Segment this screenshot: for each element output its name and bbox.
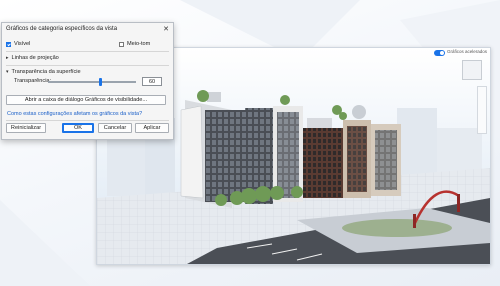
navigation-bar[interactable]: [477, 86, 487, 134]
transparency-row: Transparência:: [14, 78, 51, 84]
cancel-button[interactable]: Cancelar: [98, 123, 132, 133]
view-graphics-dialog: Gráficos de categoria específicos da vis…: [1, 22, 174, 140]
transparency-value-field[interactable]: 60: [142, 77, 162, 86]
visible-checkbox-row[interactable]: Visível: [6, 41, 30, 47]
apply-label: Aplicar: [143, 125, 161, 131]
divider: [6, 120, 169, 121]
accelerated-graphics-label: Gráficos acelerados: [447, 49, 488, 54]
help-link[interactable]: Como estas configurações afetam os gráfi…: [7, 111, 142, 117]
halftone-checkbox-row[interactable]: Meio-tom: [119, 41, 150, 47]
accelerated-graphics-toggle[interactable]: [434, 50, 445, 56]
transparency-label: Transparência:: [14, 78, 52, 84]
dialog-title: Gráficos de categoria específicos da vis…: [6, 26, 118, 32]
surface-transparency-label: Transparência da superfície: [11, 69, 81, 75]
viewcube[interactable]: [462, 60, 482, 80]
open-visibility-graphics-label: Abrir a caixa de diálogo Gráficos de vis…: [24, 97, 148, 103]
transparency-value: 60: [148, 78, 156, 85]
cancel-label: Cancelar: [103, 125, 127, 131]
surface-transparency-section[interactable]: ▾ Transparência da superfície: [6, 69, 81, 75]
transparency-slider[interactable]: [48, 78, 136, 86]
chevron-down-icon[interactable]: ▾: [6, 69, 9, 75]
reset-label: Reinicializar: [10, 125, 42, 131]
ok-button[interactable]: OK: [62, 123, 94, 133]
close-icon[interactable]: ✕: [163, 25, 169, 33]
visible-checkbox[interactable]: [6, 41, 11, 47]
open-visibility-graphics-button[interactable]: Abrir a caixa de diálogo Gráficos de vis…: [6, 95, 166, 105]
slider-thumb[interactable]: [99, 78, 103, 86]
divider: [6, 51, 169, 52]
projection-lines-label: Linhas de projeção: [11, 55, 59, 61]
apply-button[interactable]: Aplicar: [135, 123, 169, 133]
reset-button[interactable]: Reinicializar: [6, 123, 46, 133]
chevron-right-icon[interactable]: ▸: [6, 55, 9, 61]
divider: [6, 65, 169, 66]
projection-lines-section[interactable]: ▸ Linhas de projeção: [6, 55, 59, 61]
visible-label: Visível: [14, 41, 31, 47]
halftone-label: Meio-tom: [127, 41, 151, 47]
halftone-checkbox[interactable]: [119, 41, 124, 47]
ok-label: OK: [73, 125, 83, 131]
